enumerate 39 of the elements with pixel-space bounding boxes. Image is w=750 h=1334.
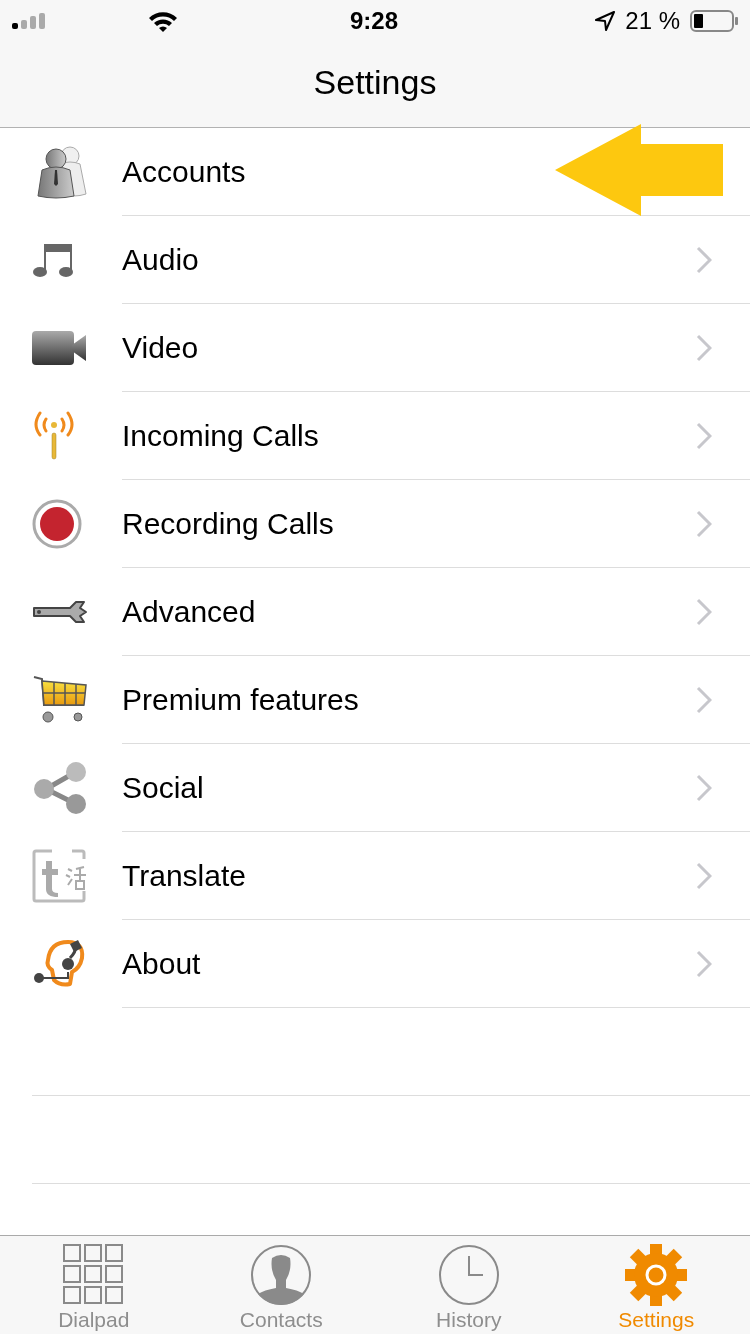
row-label: Premium features [122,682,360,718]
wrench-icon [32,600,88,624]
settings-icon [625,1244,688,1306]
row-label: About [122,946,202,982]
row-label: Accounts [122,154,247,190]
page-title: Settings [313,62,437,103]
row-label: Translate [122,858,247,894]
row-label: Advanced [122,594,257,630]
antenna-icon [32,411,76,461]
wifi-icon [148,10,178,32]
settings-row[interactable]: Advanced [0,568,750,656]
settings-row[interactable]: Premium features [0,656,750,744]
settings-row[interactable]: Accounts [0,128,750,216]
location-arrow-icon [595,11,616,31]
settings-row[interactable]: Social [0,744,750,832]
music-note-icon [32,242,76,278]
settings-row[interactable]: Incoming Calls [0,392,750,480]
battery-percent: 21 % [625,6,680,36]
settings-row[interactable]: Recording Calls [0,480,750,568]
row-label: Recording Calls [122,506,335,542]
translate-icon [32,849,88,903]
contact-avatar-icon [250,1244,313,1306]
settings-row[interactable]: Translate [0,832,750,920]
shopping-cart-icon [32,675,88,725]
record-icon [32,499,82,549]
share-icon [32,761,88,815]
row-label: Incoming Calls [122,418,320,454]
settings-row[interactable]: Video [0,304,750,392]
row-label: Video [122,330,200,366]
video-camera-icon [32,331,86,365]
signal-icon [12,13,46,29]
battery-icon [690,10,738,32]
clock-icon [437,1244,500,1306]
row-label: Audio [122,242,200,278]
status-time: 9:28 [350,6,399,36]
row-label: Social [122,770,205,806]
settings-row[interactable]: Audio [0,216,750,304]
settings-row[interactable]: About [0,920,750,1008]
dialpad-icon [62,1244,125,1306]
